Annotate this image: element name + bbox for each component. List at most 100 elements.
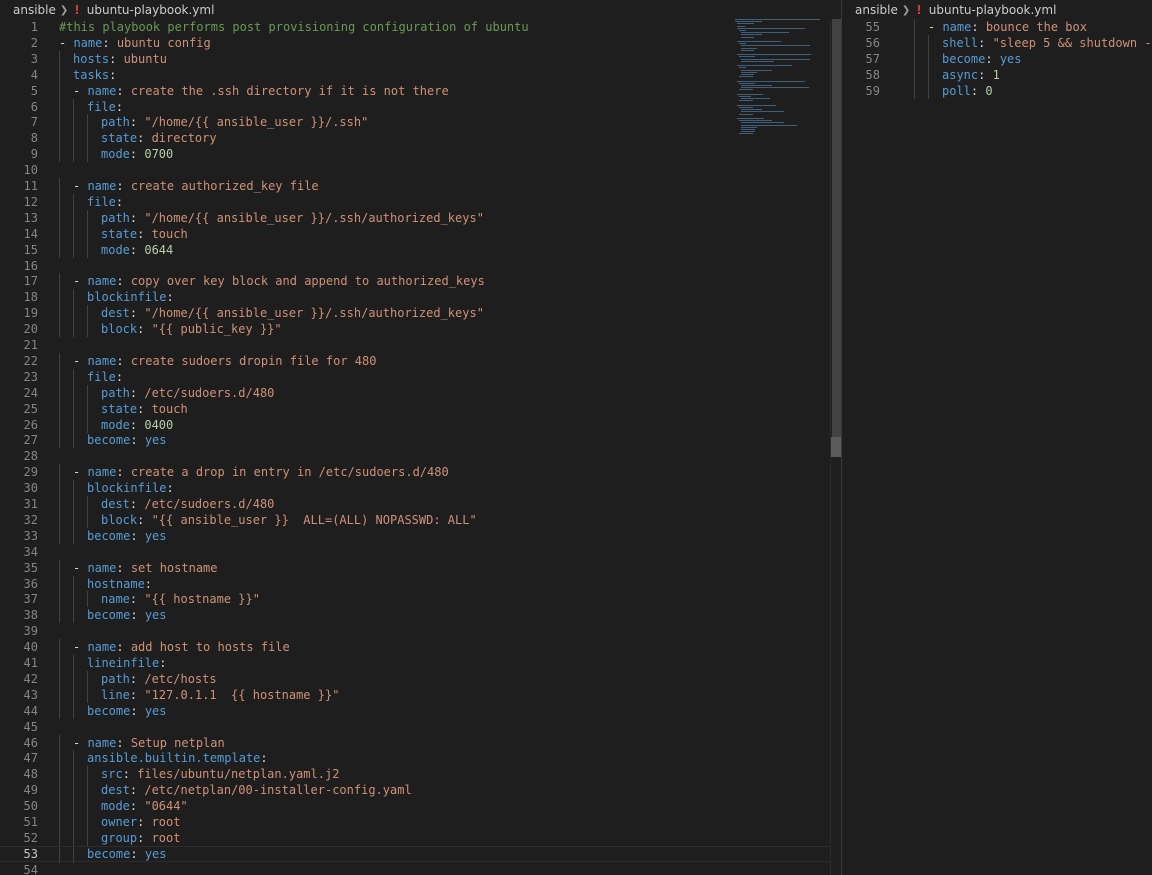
- minimap-line: [739, 76, 754, 78]
- indent-guide: [59, 273, 60, 290]
- code-line[interactable]: 59 poll: 0: [842, 82, 1152, 99]
- code-token: :: [130, 703, 145, 718]
- code-line[interactable]: 48 src: files/ubuntu/netplan.yaml.j2: [0, 766, 841, 783]
- code-line[interactable]: 53 become: yes: [0, 845, 841, 863]
- code-token: :: [115, 99, 124, 114]
- line-number: 41: [23, 656, 38, 670]
- code-token: :: [129, 385, 145, 400]
- code-line[interactable]: 50 mode: "0644": [0, 798, 841, 815]
- code-editor[interactable]: 55 - name: bounce the box 56 shell: "sleep …: [842, 19, 1152, 875]
- code-token: ubuntu config: [116, 35, 211, 50]
- code-line[interactable]: 40 - name: add host to hosts file: [0, 639, 841, 656]
- indent-guide: [59, 527, 60, 544]
- code-line[interactable]: 57 become: yes: [842, 50, 1152, 67]
- code-token: path: [101, 115, 130, 130]
- indent-guide: [59, 496, 60, 512]
- code-text: hosts: ubuntu: [73, 51, 167, 67]
- code-line[interactable]: 55 - name: bounce the box: [842, 19, 1152, 35]
- code-line[interactable]: 31 dest: /etc/sudoers.d/480: [0, 496, 841, 512]
- code-line[interactable]: 32 block: "{{ ansible_user }} ALL=(ALL) N…: [0, 511, 841, 528]
- code-token: :: [971, 20, 986, 34]
- code-line[interactable]: 37 name: "{{ hostname }}": [0, 591, 841, 608]
- code-line[interactable]: 34: [0, 544, 841, 560]
- line-number: 29: [23, 465, 38, 480]
- code-line[interactable]: 27 become: yes: [0, 432, 841, 449]
- code-line[interactable]: 35 - name: set hostname: [0, 559, 841, 576]
- code-line[interactable]: 56 shell: "sleep 5 && shutdown -r": [842, 34, 1152, 51]
- code-line[interactable]: 30 blockinfile:: [0, 480, 841, 497]
- code-line[interactable]: 21: [0, 337, 841, 353]
- code-text: - name: set hostname: [73, 560, 218, 576]
- code-line[interactable]: 7 path: "/home/{{ ansible_user }}/.ssh": [0, 114, 841, 131]
- code-line[interactable]: 28: [0, 448, 841, 464]
- indent-guide: [59, 305, 60, 322]
- breadcrumb-folder[interactable]: ansible: [13, 3, 56, 17]
- breadcrumb-folder[interactable]: ansible: [855, 3, 898, 17]
- indent-guide: [59, 846, 60, 863]
- code-token: :: [166, 481, 174, 496]
- line-number: 26: [23, 417, 38, 432]
- minimap-line: [741, 60, 774, 62]
- line-number: 14: [23, 226, 38, 241]
- code-line[interactable]: 20 block: "{{ public_key }}": [0, 321, 841, 338]
- right-editor-pane[interactable]: ansible ❯ ! ubuntu-playbook.yml 55 - name…: [842, 0, 1152, 875]
- minimap-line: [741, 111, 784, 113]
- code-line[interactable]: 13 path: "/home/{{ ansible_user }}/.ssh/a…: [0, 209, 841, 226]
- code-line[interactable]: 17 - name: copy over key block and append…: [0, 273, 841, 290]
- code-token: -: [73, 274, 88, 289]
- code-line[interactable]: 36 hostname:: [0, 575, 841, 592]
- code-line[interactable]: 10: [0, 162, 841, 178]
- code-line[interactable]: 38 become: yes: [0, 607, 841, 624]
- code-line[interactable]: 49 dest: /etc/netplan/00-installer-config…: [0, 782, 841, 799]
- code-line[interactable]: 18 blockinfile:: [0, 289, 841, 306]
- code-editor[interactable]: 1 #this playbook performs post provisioni…: [0, 19, 841, 875]
- code-line[interactable]: 51 owner: root: [0, 814, 841, 830]
- code-line[interactable]: 44 become: yes: [0, 702, 841, 719]
- code-text: - name: bounce the box: [928, 19, 1087, 35]
- code-line[interactable]: 14 state: touch: [0, 225, 841, 242]
- code-line[interactable]: 41 lineinfile:: [0, 655, 841, 671]
- code-line[interactable]: 12 file:: [0, 193, 841, 210]
- breadcrumb-file[interactable]: ubuntu-playbook.yml: [87, 3, 215, 17]
- code-line[interactable]: 5 - name: create the .ssh directory if it…: [0, 82, 841, 99]
- code-line[interactable]: 39: [0, 623, 841, 639]
- code-line[interactable]: 15 mode: 0644: [0, 241, 841, 258]
- code-line[interactable]: 19 dest: "/home/{{ ansible_user }}/.ssh/a…: [0, 305, 841, 322]
- code-line[interactable]: 9 mode: 0700: [0, 146, 841, 163]
- line-number: 56: [865, 35, 880, 50]
- code-line[interactable]: 23 file:: [0, 368, 841, 385]
- code-token: "sleep 5 && shutdown -r": [992, 35, 1152, 50]
- minimap[interactable]: [731, 19, 829, 139]
- left-editor-pane[interactable]: ansible ❯ ! ubuntu-playbook.yml 1 #this p…: [0, 0, 841, 875]
- code-line[interactable]: 58 async: 1: [842, 66, 1152, 83]
- code-line[interactable]: 54: [0, 862, 841, 875]
- code-line[interactable]: 46 - name: Setup netplan: [0, 734, 841, 751]
- code-line[interactable]: 2 - name: ubuntu config: [0, 35, 841, 51]
- code-line[interactable]: 26 mode: 0400: [0, 416, 841, 433]
- code-line[interactable]: 6 file:: [0, 98, 841, 115]
- code-line[interactable]: 47 ansible.builtin.template:: [0, 750, 841, 767]
- line-number: 6: [30, 99, 38, 114]
- vertical-scrollbar[interactable]: [830, 19, 841, 875]
- code-line[interactable]: 25 state: touch: [0, 400, 841, 417]
- scrollbar-thumb[interactable]: [832, 19, 841, 439]
- code-line[interactable]: 8 state: directory: [0, 130, 841, 147]
- code-line[interactable]: 22 - name: create sudoers dropin file for…: [0, 352, 841, 369]
- code-line[interactable]: 43 line: "127.0.1.1 {{ hostname }}": [0, 686, 841, 703]
- code-line[interactable]: 1 #this playbook performs post provisioni…: [0, 19, 841, 35]
- code-line[interactable]: 24 path: /etc/sudoers.d/480: [0, 384, 841, 401]
- code-line[interactable]: 3 hosts: ubuntu: [0, 50, 841, 67]
- indent-guide: [73, 496, 74, 512]
- code-line[interactable]: 29 - name: create a drop in entry in /etc…: [0, 464, 841, 481]
- code-line[interactable]: 16: [0, 258, 841, 274]
- code-token: -: [928, 20, 943, 34]
- breadcrumb-file[interactable]: ubuntu-playbook.yml: [929, 3, 1057, 17]
- code-line[interactable]: 4 tasks:: [0, 66, 841, 83]
- code-line[interactable]: 45: [0, 719, 841, 735]
- code-line[interactable]: 33 become: yes: [0, 527, 841, 544]
- code-text: become: yes: [87, 528, 167, 544]
- code-token: blockinfile: [87, 290, 167, 305]
- code-line[interactable]: 42 path: /etc/hosts: [0, 670, 841, 687]
- code-line[interactable]: 52 group: root: [0, 829, 841, 846]
- code-line[interactable]: 11 - name: create authorized_key file: [0, 178, 841, 194]
